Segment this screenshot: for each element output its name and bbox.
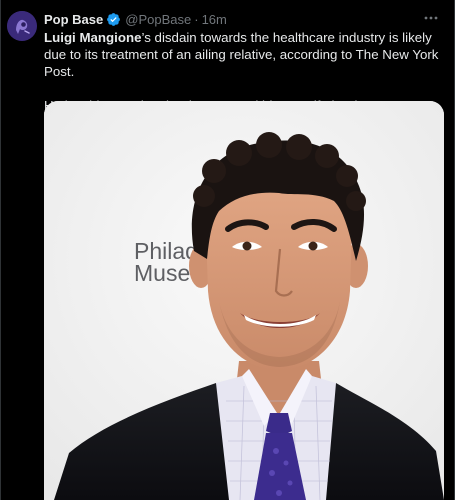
backdrop-text-2: Muse xyxy=(134,260,190,286)
pop-base-logo-icon xyxy=(7,11,37,41)
subject-name: Luigi Mangione xyxy=(44,30,142,45)
separator-dot: · xyxy=(194,12,199,27)
tweet-paragraph-1: Luigi Mangione’s disdain towards the hea… xyxy=(44,29,444,80)
user-handle[interactable]: @PopBase xyxy=(125,12,191,27)
avatar[interactable] xyxy=(7,11,37,41)
verified-badge-icon xyxy=(107,13,121,26)
timestamp[interactable]: 16m xyxy=(202,12,227,27)
more-options-icon[interactable] xyxy=(422,10,440,26)
tweet-photo[interactable]: Philad Muse xyxy=(44,101,444,500)
photo-image: Philad Muse xyxy=(44,101,444,500)
display-name[interactable]: Pop Base xyxy=(44,12,103,27)
tweet: Pop Base @PopBase · 16m Luigi Mangione’s… xyxy=(0,0,455,500)
tweet-header: Pop Base @PopBase · 16m xyxy=(44,11,227,28)
